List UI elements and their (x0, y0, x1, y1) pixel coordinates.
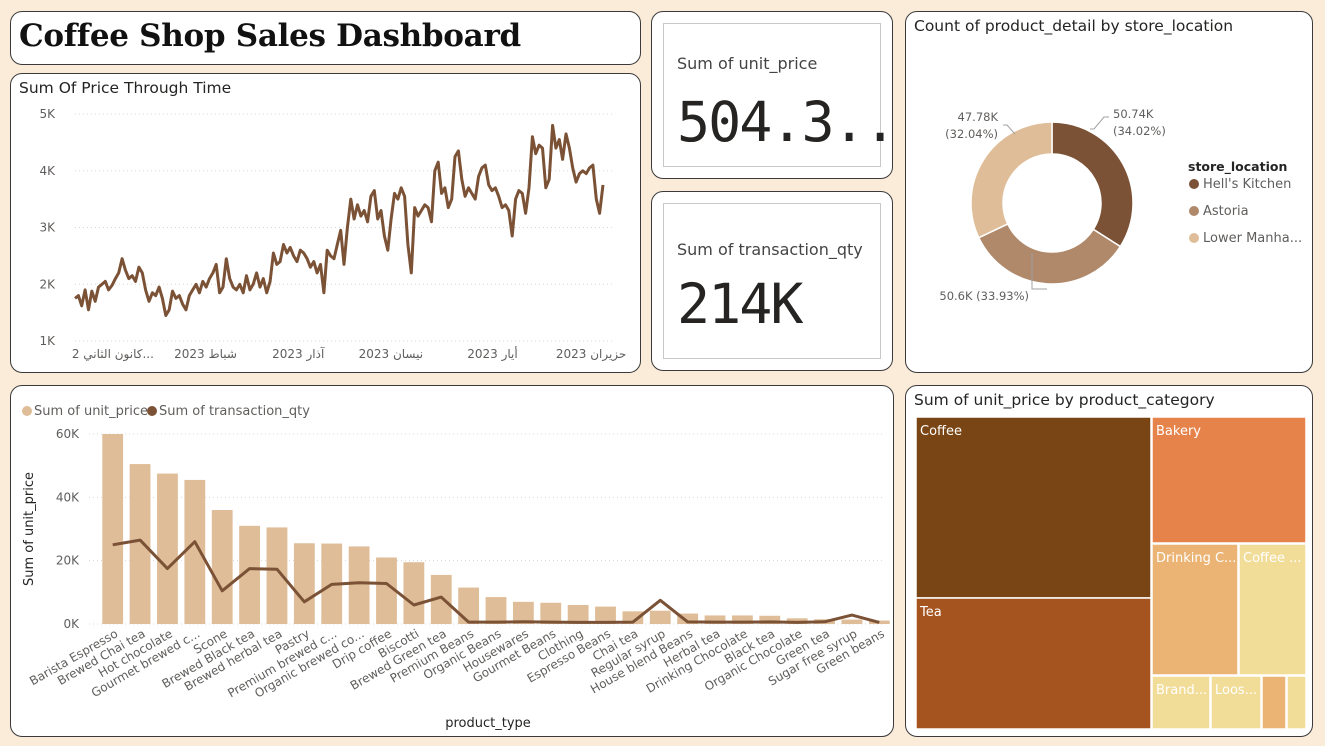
donut-chart-card[interactable]: Count of product_detail by store_locatio… (905, 11, 1313, 373)
kpi-transaction-qty-frame: Sum of transaction_qty 214K (663, 203, 881, 359)
title-card: Coffee Shop Sales Dashboard (10, 11, 641, 65)
donut-legend-marker (1189, 233, 1199, 243)
line-y-tick: 4K (39, 164, 56, 178)
treemap-tile-label: Bakery (1156, 424, 1201, 439)
kpi-unit-price-frame: Sum of unit_price 504.3... (663, 23, 928, 167)
dashboard-title: Coffee Shop Sales Dashboard (19, 18, 521, 54)
kpi-transaction-qty-card[interactable]: Sum of transaction_qty 214K (651, 191, 893, 371)
treemap-tile-label: Drinking C... (1156, 551, 1236, 566)
donut-legend-marker (1189, 179, 1199, 189)
combo-bar (157, 473, 178, 624)
line-x-tick: 2023 شباط (174, 347, 237, 361)
donut-slice (977, 222, 1122, 285)
donut-data-label-value: 50.74K (1113, 107, 1154, 121)
kpi-transaction-qty-label: Sum of transaction_qty (677, 240, 863, 259)
combo-bar (403, 562, 425, 624)
treemap-tile (915, 597, 1152, 730)
donut-data-label-pct: (34.02%) (1113, 124, 1166, 138)
combo-bar (129, 464, 151, 624)
combo-chart[interactable]: 0K 20K 40K 60K Sum of unit_price Sum of trans… (11, 386, 893, 736)
line-x-tick: 2 كانون الثاني... (72, 347, 154, 362)
donut-chart[interactable]: 50.74K (34.02%) 50.6K (33.93%) 47.78K (32.04… (906, 12, 1312, 372)
donut-legend-label: Astoria (1203, 204, 1249, 219)
combo-bar (458, 587, 480, 624)
combo-y-tick: 40K (56, 490, 80, 504)
line-x-tick: 2023 آذار (272, 346, 325, 362)
combo-y-tick: 0K (63, 617, 80, 631)
line-y-tick: 5K (39, 107, 56, 121)
donut-leader-line (1003, 124, 1016, 135)
legend-label-transaction-qty: Sum of transaction_qty (159, 404, 310, 419)
legend-marker-transaction-qty (147, 406, 157, 416)
line-chart[interactable]: 1K 2K 3K 4K 5K 2 كانون الثاني... 2023 شباط 2023… (11, 74, 640, 372)
treemap-tile-label: Loos... (1215, 683, 1257, 698)
treemap-tile-label: Coffee ... (1243, 551, 1302, 566)
donut-leader-line (1090, 116, 1109, 130)
line-y-tick: 3K (39, 221, 56, 235)
kpi-unit-price-card[interactable]: Sum of unit_price 504.3... (651, 11, 928, 179)
kpi-unit-price-value: 504.3... (677, 90, 928, 154)
treemap-tile (1261, 675, 1287, 730)
donut-legend-marker (1189, 206, 1199, 216)
donut-slice (1051, 121, 1134, 248)
legend-label-unit-price: Sum of unit_price (34, 404, 148, 419)
combo-x-axis-label: product_type (445, 716, 531, 731)
line-y-tick: 2K (39, 277, 56, 291)
combo-y-tick: 20K (56, 554, 80, 568)
treemap-tile (1286, 675, 1307, 730)
line-x-tick: 2023 حزيران (556, 347, 627, 362)
donut-data-label-pct: (32.04%) (945, 127, 998, 141)
treemap-tile-label: Brand... (1156, 683, 1207, 698)
combo-bar (348, 546, 370, 624)
combo-y-tick: 60K (56, 427, 80, 441)
combo-bar (649, 610, 671, 624)
combo-bar (293, 543, 315, 624)
combo-bar (102, 434, 124, 624)
line-y-tick: 1K (39, 334, 56, 348)
combo-bar (841, 619, 863, 624)
line-series-price (74, 123, 605, 317)
combo-bar (485, 597, 507, 624)
treemap-card[interactable]: Sum of unit_price by product_category Co… (905, 385, 1313, 737)
treemap-tile-label: Coffee (920, 424, 962, 439)
combo-chart-card[interactable]: 0K 20K 40K 60K Sum of unit_price Sum of trans… (10, 385, 894, 737)
donut-legend-label: Lower Manha... (1203, 231, 1302, 246)
kpi-transaction-qty-value: 214K (677, 272, 803, 336)
line-x-tick: 2023 نيسان (359, 347, 424, 361)
line-x-tick: 2023 أيار (467, 346, 517, 362)
donut-legend-title: store_location (1188, 159, 1287, 175)
donut-data-label-value: 47.78K (958, 110, 999, 124)
line-chart-card[interactable]: Sum Of Price Through Time 1K 2K 3K 4K 5K 2 كا… (10, 73, 641, 373)
donut-legend-label: Hell's Kitchen (1203, 177, 1291, 192)
combo-y-axis-label: Sum of unit_price (22, 472, 37, 586)
treemap-tile (915, 416, 1152, 599)
legend-marker-unit-price (22, 406, 32, 416)
donut-data-label: 50.6K (33.93%) (939, 289, 1029, 303)
kpi-unit-price-label: Sum of unit_price (677, 54, 818, 73)
combo-bar (211, 510, 233, 624)
treemap-tile-label: Tea (919, 605, 942, 620)
treemap-chart[interactable]: Coffee Tea Bakery Drinking C... Coffee ... Br… (906, 386, 1312, 736)
